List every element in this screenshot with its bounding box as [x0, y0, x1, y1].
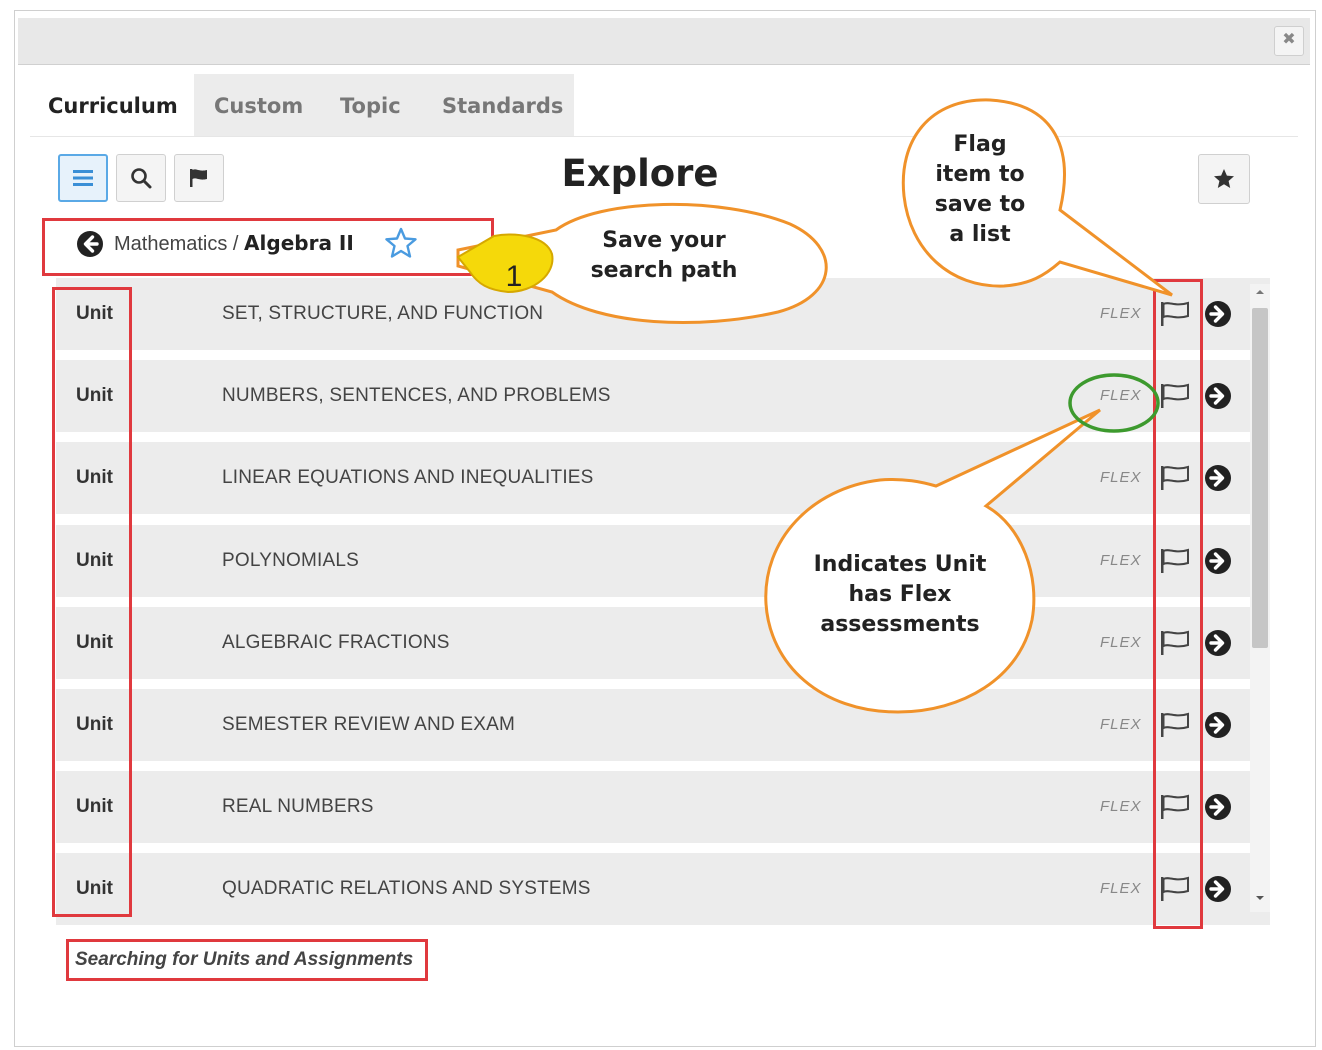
- flex-callout-text: Indicates Unit has Flex assessments: [790, 550, 1010, 640]
- callout-line: Indicates Unit: [813, 552, 987, 577]
- flag-callout-text: Flag item to save to a list: [910, 130, 1050, 250]
- callout-line: Save your: [602, 228, 726, 253]
- callout-line: item to: [935, 162, 1025, 187]
- step-number: 1: [505, 260, 523, 293]
- callout-line: save to: [934, 192, 1026, 217]
- callout-line: Flag: [953, 132, 1007, 157]
- callout-line: a list: [949, 222, 1011, 247]
- callout-line: assessments: [820, 612, 980, 637]
- save-path-text: Save your search path: [574, 226, 754, 286]
- callout-line: search path: [590, 258, 738, 283]
- flex-highlight-circle: [1068, 373, 1160, 433]
- callout-line: has Flex: [848, 582, 952, 607]
- annotation-overlay: [456, 98, 1173, 714]
